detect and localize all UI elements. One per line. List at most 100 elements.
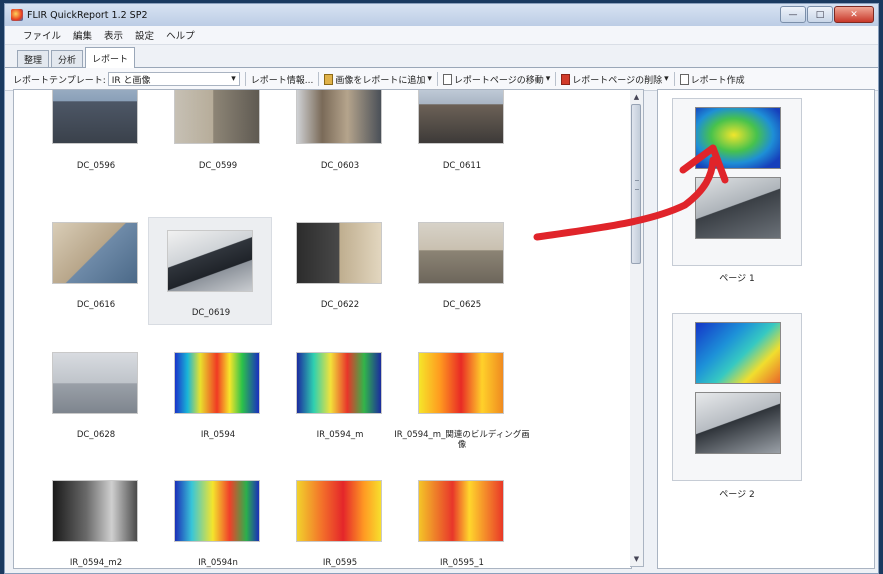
grip-icon xyxy=(635,180,639,190)
add-image-button[interactable]: 画像をレポートに追加 ▾ xyxy=(324,73,432,86)
title-bar[interactable]: FLIR QuickReport 1.2 SP2 — □ ✕ xyxy=(5,4,878,26)
page-label: ページ 2 xyxy=(719,490,755,500)
thumbnail-item[interactable]: IR_0594_m_関連のビルディング画像 xyxy=(394,340,530,450)
tab-analyze[interactable]: 分析 xyxy=(51,50,84,67)
thumbnail-item[interactable]: IR_0595 xyxy=(278,468,402,568)
report-page-card[interactable] xyxy=(672,313,802,481)
delete-page-label: レポートページの削除 xyxy=(572,75,663,86)
thumbnail-label: IR_0594 xyxy=(200,430,236,440)
move-page-button[interactable]: レポートページの移動 ▾ xyxy=(442,73,550,86)
thumbnail-item[interactable]: DC_0599 xyxy=(156,90,280,190)
gallery-scrollbar[interactable]: ▲ ▼ xyxy=(630,89,644,567)
thumbnail-label: DC_0603 xyxy=(320,161,360,171)
thumbnail-item[interactable]: IR_0595_1 xyxy=(400,468,524,568)
tab-organize[interactable]: 整理 xyxy=(17,50,50,67)
tab-report[interactable]: レポート xyxy=(85,47,136,68)
move-page-label: レポートページの移動 xyxy=(453,75,544,86)
scroll-up-arrow-icon[interactable]: ▲ xyxy=(631,91,642,103)
template-value: IR と画像 xyxy=(111,75,151,86)
toolbar-separator xyxy=(318,72,320,86)
close-button[interactable]: ✕ xyxy=(834,6,874,23)
menu-bar: ファイル 編集 表示 設定 ヘルプ xyxy=(5,26,878,45)
chevron-down-icon: ▾ xyxy=(231,74,236,84)
add-image-label: 画像をレポートに追加 xyxy=(335,75,426,86)
template-label: レポートテンプレート: xyxy=(13,75,106,86)
main-content: DC_0596 DC_0599 DC_0603 DC_0611 DC_0616 xyxy=(5,89,878,573)
thumbnail-image xyxy=(174,480,260,542)
thumbnail-image xyxy=(296,90,382,144)
page-ir-image xyxy=(695,322,781,384)
template-select[interactable]: IR と画像 ▾ xyxy=(107,72,240,86)
thumbnail-label: IR_0594_m2 xyxy=(69,558,123,568)
thumbnail-label: DC_0616 xyxy=(76,300,116,310)
thumbnail-label: IR_0594n xyxy=(198,558,238,568)
thumbnail-image xyxy=(167,230,253,292)
chevron-down-icon: ▾ xyxy=(427,74,432,84)
flir-app-icon xyxy=(11,9,23,21)
app-window: FLIR QuickReport 1.2 SP2 — □ ✕ ファイル 編集 表… xyxy=(4,3,879,574)
window-title: FLIR QuickReport 1.2 SP2 xyxy=(27,9,148,21)
thumbnail-image xyxy=(418,90,504,144)
create-report-button[interactable]: レポート作成 xyxy=(679,73,745,86)
thumbnail-label: DC_0596 xyxy=(76,161,116,171)
toolbar-separator xyxy=(555,72,557,86)
menu-file[interactable]: ファイル xyxy=(23,28,61,42)
move-page-icon xyxy=(442,73,452,85)
report-info-button[interactable]: レポート情報... xyxy=(251,73,314,86)
toolbar-separator xyxy=(244,72,246,86)
menu-view[interactable]: 表示 xyxy=(104,28,123,42)
thumbnail-image xyxy=(174,352,260,414)
menu-help[interactable]: ヘルプ xyxy=(166,28,195,42)
thumbnail-image xyxy=(52,352,138,414)
create-report-label: レポート作成 xyxy=(690,75,745,86)
thumbnail-item[interactable]: DC_0596 xyxy=(34,90,158,190)
thumbnail-image xyxy=(296,352,382,414)
thumbnail-label: DC_0619 xyxy=(191,308,231,318)
thumbnail-item[interactable]: IR_0594 xyxy=(156,340,280,448)
thumbnail-label: IR_0594_m_関連のビルディング画像 xyxy=(394,430,530,450)
thumbnail-item[interactable]: DC_0628 xyxy=(34,340,158,448)
thumbnail-image xyxy=(418,480,504,542)
toolbar-separator xyxy=(673,72,675,86)
thumbnail-image xyxy=(296,222,382,284)
scrollbar-thumb[interactable] xyxy=(631,104,641,264)
thumbnail-image xyxy=(174,90,260,144)
thumbnail-item[interactable]: DC_0611 xyxy=(400,90,524,190)
thumbnail-item[interactable]: DC_0603 xyxy=(278,90,402,190)
thumbnail-item[interactable]: DC_0625 xyxy=(400,210,524,318)
thumbnail-label: DC_0599 xyxy=(198,161,238,171)
report-page-card[interactable] xyxy=(672,98,802,266)
toolbar-separator xyxy=(436,72,438,86)
page-photo-image xyxy=(695,392,781,454)
thumbnail-item-selected[interactable]: DC_0619 xyxy=(148,217,272,325)
image-gallery[interactable]: DC_0596 DC_0599 DC_0603 DC_0611 DC_0616 xyxy=(13,89,632,569)
chevron-down-icon: ▾ xyxy=(664,74,669,84)
thumbnail-item[interactable]: DC_0622 xyxy=(278,210,402,318)
add-image-icon xyxy=(324,73,334,85)
menu-settings[interactable]: 設定 xyxy=(135,28,154,42)
report-toolbar: レポートテンプレート: IR と画像 ▾ レポート情報... 画像をレポートに追… xyxy=(5,68,878,91)
delete-page-button[interactable]: レポートページの削除 ▾ xyxy=(561,73,669,86)
thumbnail-label: IR_0595_1 xyxy=(440,558,484,568)
scroll-down-arrow-icon[interactable]: ▼ xyxy=(631,553,642,565)
thumbnail-item[interactable]: IR_0594n xyxy=(156,468,280,568)
thumbnail-label: DC_0622 xyxy=(320,300,360,310)
thumbnail-image xyxy=(52,480,138,542)
maximize-button[interactable]: □ xyxy=(807,6,833,23)
thumbnail-label: DC_0628 xyxy=(76,430,116,440)
thumbnail-item[interactable]: DC_0616 xyxy=(34,210,158,318)
report-info-label: レポート情報... xyxy=(250,75,314,86)
thumbnail-label: DC_0625 xyxy=(442,300,482,310)
thumbnail-image xyxy=(418,222,504,284)
mode-tabs: 整理 分析 レポート xyxy=(5,45,878,68)
thumbnail-image xyxy=(296,480,382,542)
thumbnail-label: DC_0611 xyxy=(442,161,482,171)
thumbnail-item[interactable]: IR_0594_m xyxy=(278,340,402,448)
thumbnail-image xyxy=(52,90,138,144)
thumbnail-item[interactable]: IR_0594_m2 xyxy=(34,468,158,568)
page-label: ページ 1 xyxy=(719,274,755,284)
minimize-button[interactable]: — xyxy=(780,6,806,23)
thumbnail-image xyxy=(418,352,504,414)
create-report-icon xyxy=(679,73,689,85)
menu-edit[interactable]: 編集 xyxy=(73,28,92,42)
